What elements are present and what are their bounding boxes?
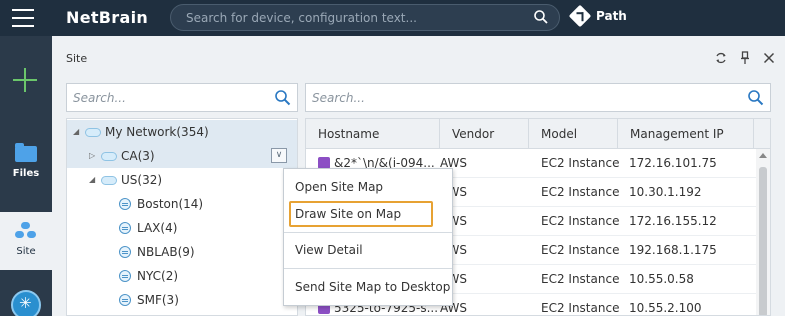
cloud-icon xyxy=(101,151,117,161)
tree-node-boston[interactable]: Boston(14) xyxy=(67,192,297,216)
column-header-hostname[interactable]: Hostname xyxy=(306,119,440,149)
tree-node-my-network[interactable]: ◢ My Network(354) xyxy=(67,120,297,144)
site-nav-item[interactable]: Site xyxy=(0,212,52,270)
site-icon xyxy=(119,222,131,234)
ip-cell: 10.30.1.192 xyxy=(629,185,702,199)
ip-cell: 192.168.1.175 xyxy=(629,243,717,257)
folder-icon xyxy=(15,143,37,162)
vendor-cell: AWS xyxy=(440,185,468,199)
tree-node-smf[interactable]: SMF(3) xyxy=(67,288,297,312)
search-icon[interactable] xyxy=(747,89,764,106)
model-cell: EC2 Instance xyxy=(541,272,620,286)
site-icon xyxy=(119,198,131,210)
pin-icon[interactable] xyxy=(739,51,751,65)
tree-node-label: SMF(3) xyxy=(137,293,179,307)
tree-search-input[interactable]: Search... xyxy=(66,83,298,112)
top-bar: NetBrain Search for device, configuratio… xyxy=(0,0,785,36)
left-rail: Files Site xyxy=(0,36,52,316)
site-tree: ◢ My Network(354) ▷ CA(3) ∨ ◢ US(32) Bos… xyxy=(66,118,298,316)
grid-header: Hostname Vendor Model Management IP xyxy=(306,119,770,149)
tree-node-label: NBLAB(9) xyxy=(137,245,195,259)
vendor-cell: AWS xyxy=(440,214,468,228)
search-icon[interactable] xyxy=(274,89,291,106)
menu-item-open-site-map[interactable]: Open Site Map xyxy=(284,174,452,200)
search-icon[interactable] xyxy=(533,9,549,25)
tree-node-label: My Network(354) xyxy=(105,125,209,139)
expand-arrow-icon[interactable]: ▷ xyxy=(89,151,99,161)
grid-search-placeholder: Search... xyxy=(312,91,365,105)
menu-item-send-site-map-to-desktop[interactable]: Send Site Map to Desktop xyxy=(284,274,452,300)
scroll-up-icon[interactable] xyxy=(759,153,767,158)
menu-icon[interactable] xyxy=(12,9,34,27)
column-header-vendor[interactable]: Vendor xyxy=(440,119,529,149)
tree-node-label: NYC(2) xyxy=(137,269,179,283)
model-cell: EC2 Instance xyxy=(541,156,620,170)
ip-cell: 10.55.2.100 xyxy=(629,301,702,315)
path-icon xyxy=(568,4,592,28)
collapse-arrow-icon[interactable]: ◢ xyxy=(89,175,99,185)
context-menu: Open Site Map Draw Site on Map View Deta… xyxy=(283,168,453,306)
site-icon xyxy=(119,246,131,258)
tree-node-nyc[interactable]: NYC(2) xyxy=(67,264,297,288)
grid-search-input[interactable]: Search... xyxy=(305,83,771,112)
menu-item-draw-site-on-map[interactable]: Draw Site on Map xyxy=(289,201,433,227)
panel-title: Site xyxy=(66,52,88,65)
tree-node-us[interactable]: ◢ US(32) xyxy=(67,168,297,192)
add-button[interactable] xyxy=(0,58,52,102)
menu-divider xyxy=(284,232,452,233)
ip-cell: 10.55.0.58 xyxy=(629,272,694,286)
tree-search-placeholder: Search... xyxy=(73,91,126,105)
site-icon xyxy=(119,294,131,306)
model-cell: EC2 Instance xyxy=(541,214,620,228)
tree-node-label: Boston(14) xyxy=(137,197,204,211)
tree-node-label: CA(3) xyxy=(121,149,155,163)
vertical-scrollbar[interactable] xyxy=(756,149,770,315)
site-label: Site xyxy=(16,246,36,257)
vendor-cell: AWS xyxy=(440,156,468,170)
model-cell: EC2 Instance xyxy=(541,243,620,257)
cloud-icon xyxy=(85,127,101,137)
scrollbar-thumb[interactable] xyxy=(759,167,767,315)
path-label: Path xyxy=(596,9,627,23)
app-logo[interactable]: NetBrain xyxy=(66,8,148,27)
cloud-icon xyxy=(101,175,117,185)
ip-cell: 172.16.101.75 xyxy=(629,156,717,170)
vendor-cell: AWS xyxy=(440,301,468,315)
path-button[interactable]: Path xyxy=(568,4,627,28)
column-header-management-ip[interactable]: Management IP xyxy=(618,119,754,149)
model-cell: EC2 Instance xyxy=(541,301,620,315)
vendor-cell: AWS xyxy=(440,272,468,286)
files-label: Files xyxy=(12,168,40,179)
tree-node-nblab[interactable]: NBLAB(9) xyxy=(67,240,297,264)
site-icon xyxy=(119,270,131,282)
snowflake-icon[interactable] xyxy=(11,290,41,316)
panel-toolbar xyxy=(715,51,775,65)
vendor-cell: AWS xyxy=(440,243,468,257)
model-cell: EC2 Instance xyxy=(541,185,620,199)
collapse-arrow-icon[interactable]: ◢ xyxy=(73,127,83,137)
ip-cell: 172.16.155.12 xyxy=(629,214,717,228)
tree-node-label: US(32) xyxy=(121,173,163,187)
global-search-placeholder: Search for device, configuration text... xyxy=(186,11,417,25)
menu-item-view-detail[interactable]: View Detail xyxy=(284,237,452,263)
global-search-input[interactable]: Search for device, configuration text... xyxy=(170,4,560,31)
tree-node-lax[interactable]: LAX(4) xyxy=(67,216,297,240)
close-icon[interactable] xyxy=(763,51,775,65)
tree-node-label: LAX(4) xyxy=(137,221,178,235)
tree-node-ca[interactable]: ▷ CA(3) ∨ xyxy=(67,144,297,168)
menu-divider xyxy=(284,268,452,269)
chevron-down-icon[interactable]: ∨ xyxy=(271,148,287,163)
column-header-model[interactable]: Model xyxy=(529,119,618,149)
files-nav-item[interactable]: Files xyxy=(0,134,52,194)
refresh-icon[interactable] xyxy=(715,51,727,65)
site-icon xyxy=(15,222,37,242)
